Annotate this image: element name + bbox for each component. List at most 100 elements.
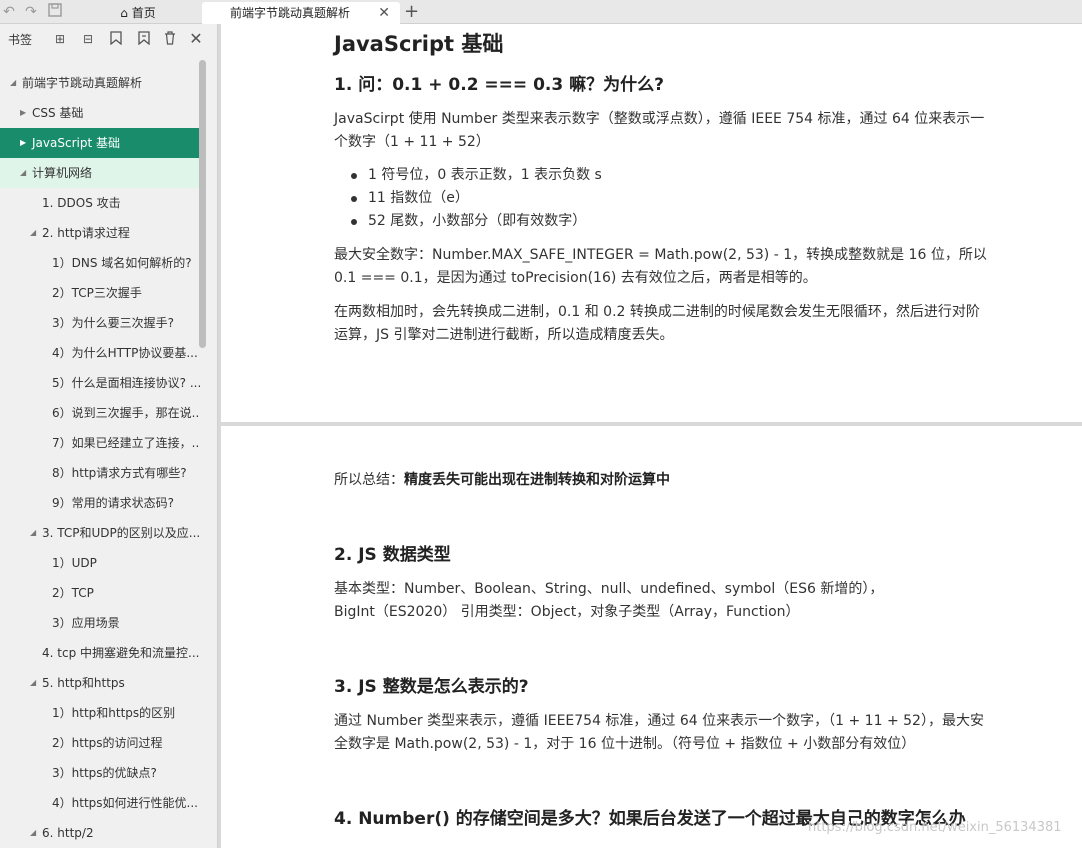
redo-icon[interactable]: ↷ [22,3,40,21]
bookmark-item[interactable]: 2）TCP [0,578,200,608]
bookmark-label: 计算机网络 [32,166,93,180]
bookmark-item[interactable]: 4）为什么HTTP协议要基... [0,338,200,368]
bookmark-label: 9）常用的请求状态码? [52,496,175,510]
bookmark-item[interactable]: 3）应用场景 [0,608,200,638]
bookmark-item[interactable]: ◢ 2. http请求过程 [0,218,200,248]
document-page-2: 所以总结：精度丢失可能出现在进制转换和对阶运算中 2. JS 数据类型 基本类型… [221,426,1082,848]
bookmark-label: 6. http/2 [42,826,94,840]
collapse-arrow-icon[interactable]: ◢ [20,158,30,188]
home-icon: ⌂ [120,6,128,20]
tab-document[interactable]: 前端字节跳动真题解析 ✕ [202,2,400,24]
bookmark-label: 2）TCP三次握手 [52,286,142,300]
paragraph: 在两数相加时，会先转换成二进制，0.1 和 0.2 转换成二进制的时候尾数会发生… [334,301,1004,347]
list-item: 1 符号位，0 表示正数，1 表示负数 s [334,164,1004,187]
close-panel-icon[interactable]: ✕ [188,31,204,47]
bookmarks-panel: 书签 ⊞ ⊟ ✕ ◢ 前端字节跳动真题解析 ▶ CSS 基础 ▶ JavaScript 基… [0,24,218,848]
collapse-all-icon[interactable]: ⊟ [80,31,96,47]
bookmarks-title: 书签 [8,33,33,47]
collapse-arrow-icon[interactable]: ◢ [30,818,40,848]
tab-home[interactable]: ⌂ 首页 [76,2,200,24]
bookmark-item[interactable]: ◢ 前端字节跳动真题解析 [0,68,200,98]
bookmark-item[interactable]: ◢ 5. http和https [0,668,200,698]
bookmark-label: 3）https的优缺点? [52,766,157,780]
paragraph: JavaScirpt 使用 Number 类型来表示数字（整数或浮点数），遵循 … [334,108,1004,154]
collapse-arrow-icon[interactable]: ◢ [10,68,20,98]
paragraph-line: BigInt（ES2020） 引用类型：Object，对象子类型（Array，F… [334,604,800,620]
summary-emphasis: 精度丢失可能出现在进制转换和对阶运算中 [404,472,670,488]
bookmark-item[interactable]: ◢ 6. http/2 [0,818,200,848]
paragraph-line: 通过 Number 类型来表示，遵循 IEEE754 标准，通过 64 位来表示… [334,713,984,729]
bookmark-item[interactable]: 1. DDOS 攻击 [0,188,200,218]
bookmark-label: 4）https如何进行性能优... [52,796,198,810]
section-title: JavaScript 基础 [334,32,504,56]
list-item: 52 尾数，小数部分（即有效数字） [334,210,1004,233]
bookmark-item[interactable]: 3）为什么要三次握手? [0,308,200,338]
expand-arrow-icon[interactable]: ▶ [20,128,30,158]
bullet-list: 1 符号位，0 表示正数，1 表示负数 s 11 指数位（e） 52 尾数，小数… [334,164,1004,233]
bookmark-label: 6）说到三次握手，那在说... [52,406,200,420]
bookmark-item[interactable]: 7）如果已经建立了连接，... [0,428,200,458]
expand-arrow-icon[interactable]: ▶ [20,98,30,128]
bookmark-label: 7）如果已经建立了连接，... [52,436,200,450]
bookmark-item[interactable]: 1）DNS 域名如何解析的? [0,248,200,278]
bookmark-label: 前端字节跳动真题解析 [22,76,143,90]
collapse-arrow-icon[interactable]: ◢ [30,518,40,548]
paragraph-line: 0.1 === 0.1，是因为通过 toPrecision(16) 去有效位之后… [334,270,817,286]
summary-paragraph: 所以总结：精度丢失可能出现在进制转换和对阶运算中 [334,469,1004,492]
add-tab-icon[interactable]: + [404,2,419,22]
bookmark-label: 5）什么是面相连接协议? ... [52,376,200,390]
bookmark-label: JavaScript 基础 [32,136,120,150]
delete-icon[interactable] [162,31,178,49]
bookmark-label: 1）DNS 域名如何解析的? [52,256,192,270]
paragraph: 最大安全数字：Number.MAX_SAFE_INTEGER = Math.po… [334,244,1004,290]
bookmark-item[interactable]: 5）什么是面相连接协议? ... [0,368,200,398]
paragraph-line: 最大安全数字：Number.MAX_SAFE_INTEGER = Math.po… [334,247,987,263]
paragraph-line: 个数字（1 + 11 + 52） [334,134,490,150]
collapse-arrow-icon[interactable]: ◢ [30,668,40,698]
list-item: 11 指数位（e） [334,187,1004,210]
sidebar-scrollbar[interactable] [199,60,206,348]
bookmark-item[interactable]: 4. tcp 中拥塞避免和流量控... [0,638,200,668]
collapse-arrow-icon[interactable]: ◢ [30,218,40,248]
bookmark-item[interactable]: 2）TCP三次握手 [0,278,200,308]
bookmark-item[interactable]: 6）说到三次握手，那在说... [0,398,200,428]
edit-bookmark-icon[interactable] [136,31,152,49]
bookmark-item[interactable]: ◢ 计算机网络 [0,158,200,188]
bookmark-item[interactable]: ◢ 3. TCP和UDP的区别以及应... [0,518,200,548]
document-page-1: JavaScript 基础 1. 问：0.1 + 0.2 === 0.3 嘛？为… [221,24,1082,422]
add-bookmark-icon[interactable] [108,31,124,49]
summary-prefix: 所以总结： [334,472,404,488]
bookmark-label: 3）应用场景 [52,616,120,630]
paragraph-line: 在两数相加时，会先转换成二进制，0.1 和 0.2 转换成二进制的时候尾数会发生… [334,304,980,320]
paragraph: 基本类型：Number、Boolean、String、null、undefine… [334,578,1004,624]
bookmark-label: 3. TCP和UDP的区别以及应... [42,526,200,540]
bookmark-item[interactable]: 3）https的优缺点? [0,758,200,788]
bookmark-label: 2）https的访问过程 [52,736,163,750]
bookmark-item[interactable]: ▶ JavaScript 基础 [0,128,200,158]
bookmark-label: 8）http请求方式有哪些? [52,466,187,480]
paragraph-line: 基本类型：Number、Boolean、String、null、undefine… [334,581,884,597]
bookmark-item[interactable]: 1）UDP [0,548,200,578]
expand-all-icon[interactable]: ⊞ [52,31,68,47]
bookmark-item[interactable]: 9）常用的请求状态码? [0,488,200,518]
bookmark-label: 5. http和https [42,676,125,690]
undo-icon[interactable]: ↶ [0,3,18,21]
save-icon[interactable] [46,3,64,21]
paragraph-line: JavaScirpt 使用 Number 类型来表示数字（整数或浮点数），遵循 … [334,111,985,127]
bookmark-item[interactable]: 4）https如何进行性能优... [0,788,200,818]
question-3-heading: 3. JS 整数是怎么表示的? [334,677,529,697]
bookmark-label: 4）为什么HTTP协议要基... [52,346,198,360]
paragraph: 通过 Number 类型来表示，遵循 IEEE754 标准，通过 64 位来表示… [334,710,1004,756]
bookmark-item[interactable]: 8）http请求方式有哪些? [0,458,200,488]
bookmark-item[interactable]: ▶ CSS 基础 [0,98,200,128]
tab-bar: ↶ ↷ ⌂ 首页 前端字节跳动真题解析 ✕ + [0,0,1082,24]
paragraph-line: 全数字是 Math.pow(2, 53) - 1，对于 16 位十进制。（符号位… [334,736,916,752]
tab-document-label: 前端字节跳动真题解析 [230,6,351,20]
bookmark-item[interactable]: 1）http和https的区别 [0,698,200,728]
paragraph-line: 运算，JS 引擎对二进制进行截断，所以造成精度丢失。 [334,327,674,343]
bookmark-item[interactable]: 2）https的访问过程 [0,728,200,758]
bookmarks-header: 书签 ⊞ ⊟ ✕ [0,24,217,54]
close-icon[interactable]: ✕ [378,2,390,24]
bookmark-label: 1）http和https的区别 [52,706,176,720]
question-2-heading: 2. JS 数据类型 [334,545,451,565]
